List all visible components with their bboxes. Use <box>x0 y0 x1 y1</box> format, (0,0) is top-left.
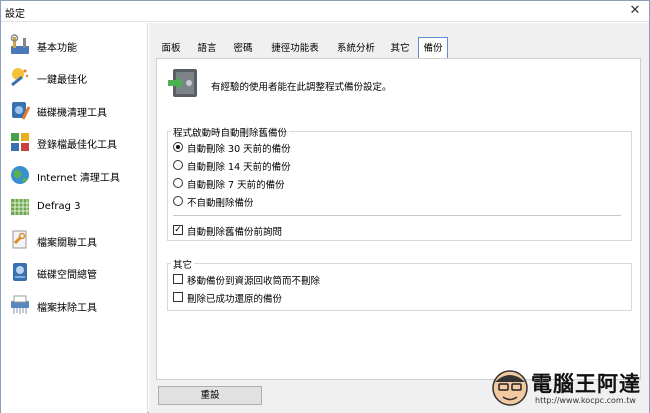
tab-other[interactable]: 其它 <box>386 39 414 58</box>
settings-window: 設定 ✕ 基本功能 一鍵最佳化 磁碟機清理工具 登錄檔最佳化工具 Interne… <box>0 0 650 413</box>
magic-wand-icon <box>11 68 29 87</box>
backup-safe-icon <box>168 69 197 97</box>
auto-delete-group-title: 程式啟動時自動刪除舊備份 <box>171 125 290 139</box>
sidebar-item-label: 登錄檔最佳化工具 <box>37 140 117 151</box>
reset-button[interactable]: 重設 <box>158 386 262 405</box>
tools-icon <box>10 34 29 54</box>
sidebar-item-registry[interactable]: 登錄檔最佳化工具 <box>1 127 147 157</box>
tab-password[interactable]: 密碼 <box>229 39 257 58</box>
checkbox[interactable]: ✓ <box>173 225 183 235</box>
sidebar-item-label: 一鍵最佳化 <box>37 75 87 86</box>
sidebar-item-disk-space[interactable]: 磁碟空間總管 <box>1 257 147 287</box>
tab-system-analysis[interactable]: 系統分析 <box>333 39 379 58</box>
radio-button[interactable] <box>173 196 183 206</box>
sidebar-item-file-shredder[interactable]: 檔案抹除工具 <box>1 290 147 320</box>
watermark-url: http://www.kocpc.com.tw <box>535 396 636 405</box>
sidebar-item-label: 磁碟機清理工具 <box>37 108 107 119</box>
tab-language[interactable]: 語言 <box>193 39 221 58</box>
window-title: 設定 <box>5 9 25 20</box>
globe-icon <box>11 166 29 184</box>
sidebar-item-label: Defrag 3 <box>37 201 81 212</box>
backup-panel: 有經驗的使用者能在此調整程式備份設定。 程式啟動時自動刪除舊備份 自動刪除 30… <box>156 58 641 380</box>
checkbox[interactable] <box>173 292 183 302</box>
radio-delete-14-days[interactable]: 自動刪除 14 天前的備份 <box>173 159 373 173</box>
sidebar-item-disk-cleaner[interactable]: 磁碟機清理工具 <box>1 95 147 125</box>
option-label: 刪除已成功還原的備份 <box>187 294 283 305</box>
sidebar-item-file-association[interactable]: 檔案關聯工具 <box>1 225 147 255</box>
sidebar-item-defrag[interactable]: Defrag 3 <box>1 192 147 222</box>
registry-icon <box>11 133 29 151</box>
mascot-face-icon <box>492 370 528 406</box>
option-label: 自動刪除舊備份前詢問 <box>187 227 283 238</box>
content-area: 面板 語言 密碼 捷徑功能表 系統分析 其它 備份 有經驗的使用者能在此調整程式… <box>149 23 649 413</box>
other-group-title: 其它 <box>171 257 195 271</box>
sidebar: 基本功能 一鍵最佳化 磁碟機清理工具 登錄檔最佳化工具 Internet 清理工… <box>1 23 148 413</box>
checkbox-move-to-recycle-bin[interactable]: 移動備份到資源回收筒而不刪除 <box>173 273 393 287</box>
option-label: 不自動刪除備份 <box>187 198 254 209</box>
disk-space-icon <box>13 263 27 281</box>
close-icon[interactable]: ✕ <box>627 3 643 19</box>
sidebar-item-one-click[interactable]: 一鍵最佳化 <box>1 62 147 92</box>
watermark-text: 電腦王阿達 <box>531 372 641 396</box>
defrag-grid-icon <box>11 199 29 215</box>
watermark: 電腦王阿達 http://www.kocpc.com.tw <box>487 366 647 411</box>
sidebar-item-basic[interactable]: 基本功能 <box>1 30 147 60</box>
option-label: 自動刪除 30 天前的備份 <box>187 144 291 155</box>
radio-no-auto-delete[interactable]: 不自動刪除備份 <box>173 195 373 209</box>
radio-button[interactable] <box>173 178 183 188</box>
option-label: 自動刪除 14 天前的備份 <box>187 162 291 173</box>
sidebar-item-label: 基本功能 <box>37 43 77 54</box>
backup-intro-text: 有經驗的使用者能在此調整程式備份設定。 <box>211 82 392 93</box>
file-association-icon <box>12 230 27 249</box>
checkbox-delete-restored[interactable]: 刪除已成功還原的備份 <box>173 291 393 305</box>
title-bar: 設定 ✕ <box>1 1 649 22</box>
disk-cleanup-icon <box>12 102 31 120</box>
checkbox-ask-before-delete[interactable]: ✓ 自動刪除舊備份前詢問 <box>173 224 373 238</box>
sidebar-item-internet[interactable]: Internet 清理工具 <box>1 160 147 190</box>
tab-panel[interactable]: 面板 <box>157 39 185 58</box>
radio-delete-30-days[interactable]: 自動刪除 30 天前的備份 <box>173 141 373 155</box>
sidebar-item-label: Internet 清理工具 <box>37 173 120 184</box>
sidebar-item-label: 檔案關聯工具 <box>37 238 97 249</box>
radio-button[interactable] <box>173 160 183 170</box>
radio-button[interactable] <box>173 142 183 152</box>
tab-backup[interactable]: 備份 <box>418 37 448 58</box>
sidebar-item-label: 檔案抹除工具 <box>37 303 97 314</box>
radio-delete-7-days[interactable]: 自動刪除 7 天前的備份 <box>173 177 373 191</box>
option-label: 移動備份到資源回收筒而不刪除 <box>187 276 321 287</box>
checkbox[interactable] <box>173 274 183 284</box>
sidebar-item-label: 磁碟空間總管 <box>37 270 97 281</box>
shredder-icon <box>11 295 29 314</box>
option-label: 自動刪除 7 天前的備份 <box>187 180 285 191</box>
group-divider <box>173 215 621 216</box>
tab-shortcut-menu[interactable]: 捷徑功能表 <box>264 39 326 58</box>
